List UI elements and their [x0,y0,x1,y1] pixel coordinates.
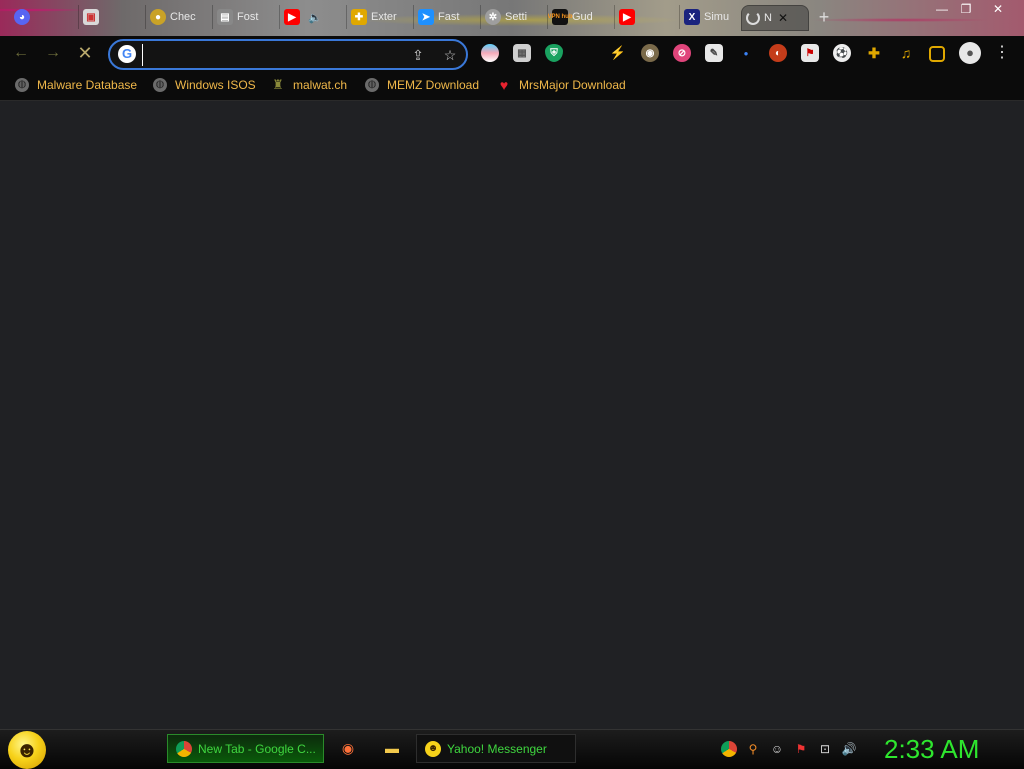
heart-icon: ♥ [499,77,509,93]
bookmark-label: malwat.ch [293,78,348,92]
tab-title: Chec [170,11,196,23]
shield-ext-icon[interactable]: ⛨ [545,44,563,62]
network-icon[interactable]: ⊡ [817,741,833,757]
photo-ext-icon[interactable]: ▦ [513,44,531,62]
tab-title: Setti [505,11,528,23]
tab-settings[interactable]: ✲ Setti [480,5,547,29]
settings-icon: ✲ [485,9,501,25]
tab-new-tab-active[interactable]: N ✕ [741,5,809,31]
loading-icon [746,11,760,25]
forward-button[interactable]: → [42,42,64,64]
tab-title: N [764,12,772,24]
tab-youtube-2[interactable]: ▶ [614,5,681,29]
owl-ext-icon[interactable]: ◉ [641,44,659,62]
dot-ext-icon[interactable]: ● [737,44,755,62]
tab-title: Simu [704,11,730,23]
coin-icon: ● [150,9,166,25]
volume-icon[interactable]: 🔊 [841,741,857,757]
share-icon[interactable]: ⇪ [408,45,428,65]
flag-ext-icon[interactable]: ⚑ [801,44,819,62]
bookmark-label: Malware Database [37,78,138,92]
youtube-icon: ▶ [619,9,635,25]
youtube-icon: ▶ [284,9,300,25]
globe-icon: ◍ [153,78,167,92]
tab-gallery[interactable]: ▣ [78,5,145,29]
taskbar-button-label: New Tab - Google C... [198,741,316,756]
flag-icon[interactable]: ⚑ [793,741,809,757]
puzzle-icon: ✚ [351,9,367,25]
page-icon: ▤ [217,9,233,25]
bolt-ext-icon[interactable]: ⚡ [609,44,627,62]
tab-simu[interactable]: X Simu [679,5,742,29]
taskbar-button-chrome[interactable]: New Tab - Google C... [167,734,324,763]
taskbar-button-yahoo-messenger[interactable]: ☻ Yahoo! Messenger [416,734,576,763]
back-button[interactable]: ← [10,42,32,64]
yahoo-messenger-icon: ☻ [425,740,441,757]
close-tab-icon[interactable]: ✕ [778,11,788,25]
tab-title: Fost [237,11,259,23]
note-ext-icon[interactable]: ✎ [705,44,723,62]
x-icon: X [684,9,700,25]
omnibox[interactable]: G ⇪ ☆ [108,39,468,70]
vpnhub-icon: VPN hub [548,9,573,25]
tab-youtube-1[interactable]: ▶ 🔈 [279,5,346,29]
bookmark-label: Windows ISOS [175,78,256,92]
tab-title: Fast [438,11,460,23]
tab-strip: ◕ ▣ ● Chec ▤ Fost ▶ 🔈 ✚ Exter ➤ Fast ✲ S… [0,0,1024,36]
tab-vpnhub[interactable]: VPN hub Gud [547,5,614,29]
new-tab-button[interactable]: + [812,6,836,30]
messenger-icon[interactable]: ☺ [769,741,785,757]
smiley-start-icon[interactable]: ☻ [8,731,46,769]
stop-loading-button[interactable]: ✕ [74,42,96,64]
tab-exter[interactable]: ✚ Exter [346,5,413,29]
toolbar: ← → ✕ G ⇪ ☆ ▦ ⛨ ⚡ ◉ ⊘ ✎ ● ◐ ⚑ off ⚽ ✚ ♫ … [0,36,1024,101]
bookmark-windows-isos[interactable]: ◍ Windows ISOS [153,76,256,94]
gallery-icon: ▣ [83,9,99,25]
bookmark-memz-download[interactable]: ◍ MEMZ Download [365,76,479,94]
globe-icon: ◍ [365,78,379,92]
soccer-ext-icon[interactable]: ⚽ [833,44,851,62]
globe-icon: ◍ [15,78,29,92]
taskbar-button-label: Yahoo! Messenger [447,741,547,756]
media-ext-icon[interactable]: ♫ [897,44,915,62]
tab-title: Exter [371,11,397,23]
bookmark-mrsmajor-download[interactable]: ♥ MrsMajor Download [497,76,626,94]
bookmarks-bar: ◍ Malware Database ◍ Windows ISOS ♜ malw… [0,70,1024,101]
speed-icon: ➤ [418,9,434,25]
chrome-icon [176,740,192,757]
sidepanel-ext-icon[interactable] [929,46,945,62]
system-clock[interactable]: 2:33 AM [884,734,1014,764]
ublock-ext-icon[interactable]: ◐ [769,44,787,62]
taskbar: ☻ New Tab - Google C... ◉ ▬ ☻ Yahoo! Mes… [0,729,1024,769]
tab-chec[interactable]: ● Chec [145,5,212,29]
tab-fost[interactable]: ▤ Fost [212,5,279,29]
folder-icon[interactable]: ▬ [382,738,402,758]
profile-avatar[interactable]: ● [959,42,981,64]
puzzle-ext-icon[interactable]: ✚ [865,44,883,62]
bookmark-star-icon[interactable]: ☆ [440,45,460,65]
discord-icon: ◕ [14,9,30,25]
close-window-button[interactable]: ✕ [984,0,1012,18]
chrome-tray-icon[interactable] [721,741,737,757]
person-icon: ♜ [272,77,284,92]
tab-discord[interactable]: ◕ [10,5,64,29]
address-bar-input[interactable] [142,44,397,66]
translate-ext-icon[interactable] [481,44,499,62]
tab-title: Gud [572,11,593,23]
menu-dots-icon[interactable]: ⋮ [992,42,1012,64]
bookmark-malware-database[interactable]: ◍ Malware Database [15,76,137,94]
page-content-area[interactable] [0,101,1024,729]
firefox-icon[interactable]: ◉ [338,738,358,758]
google-icon: G [118,45,136,63]
bookmark-label: MEMZ Download [387,78,480,92]
audio-icon: 🔈 [308,11,322,24]
tab-fast[interactable]: ➤ Fast [413,5,480,29]
search-icon[interactable]: ⚲ [745,741,761,757]
bookmark-label: MrsMajor Download [519,78,626,92]
restore-button[interactable]: ❐ [952,0,980,18]
adblock-ext-icon[interactable]: ⊘ [673,44,691,62]
bookmark-malwatch[interactable]: ♜ malwat.ch [271,76,347,94]
